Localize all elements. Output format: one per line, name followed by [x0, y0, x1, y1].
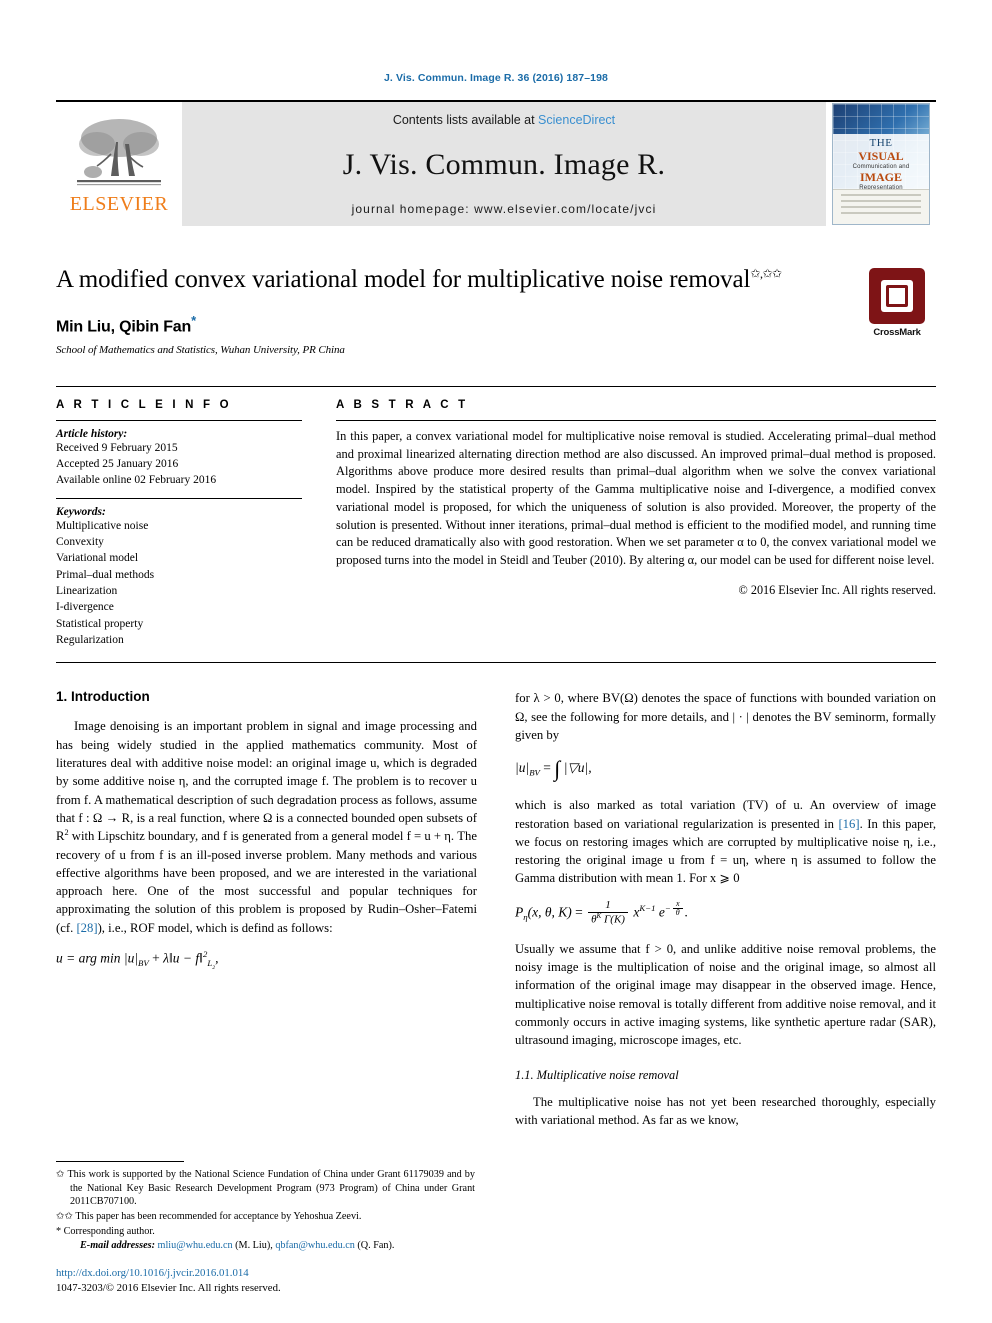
- right-paragraph-3: Usually we assume that f > 0, and unlike…: [515, 941, 936, 1048]
- footnote-block: ✩ This work is supported by the National…: [56, 1161, 475, 1295]
- divider: [336, 419, 936, 421]
- keyword-item: Multiplicative noise: [56, 519, 149, 532]
- history-available-online: Available online 02 February 2016: [56, 474, 217, 487]
- body-columns: 1. Introduction Image denoising is an im…: [56, 689, 936, 1139]
- right-paragraph-2: which is also marked as total variation …: [515, 796, 936, 887]
- section-heading-introduction: 1. Introduction: [56, 689, 150, 705]
- elsevier-wordmark: ELSEVIER: [69, 193, 169, 215]
- divider: [56, 497, 302, 499]
- right-paragraph-1: for λ > 0, where BV(Ω) denotes the space…: [515, 691, 936, 742]
- publisher-logo: ELSEVIER: [56, 102, 182, 226]
- keywords-label: Keywords:: [56, 505, 106, 518]
- doi-link[interactable]: http://dx.doi.org/10.1016/j.jvcir.2016.0…: [56, 1266, 475, 1280]
- email-link-liu[interactable]: mliu@whu.edu.cn: [158, 1240, 233, 1251]
- right-paragraph-4: The multiplicative noise has not yet bee…: [515, 1094, 936, 1127]
- corresponding-author-mark: *: [191, 312, 196, 328]
- journal-cover-thumbnail: THE VISUAL Communication and IMAGE Repre…: [826, 102, 936, 226]
- article-info-heading: A R T I C L E I N F O: [56, 398, 232, 411]
- title-footnote-marks: ✩,✩✩: [750, 266, 782, 281]
- email-name-liu: (M. Liu),: [232, 1240, 276, 1252]
- journal-masthead: ELSEVIER Contents lists available at Sci…: [56, 100, 936, 226]
- footnote-funding: ✩ This work is supported by the National…: [56, 1169, 475, 1208]
- issn-copyright: 1047-3203/© 2016 Elsevier Inc. All right…: [56, 1281, 281, 1294]
- footnote-corresponding-author: * Corresponding author.: [56, 1225, 155, 1237]
- keyword-item: Primal–dual methods: [56, 568, 155, 581]
- citation-16[interactable]: [16]: [838, 817, 859, 831]
- keyword-item: Convexity: [56, 536, 104, 549]
- cover-line-2: VISUAL: [858, 149, 904, 163]
- author-names: Min Liu, Qibin Fan: [56, 317, 192, 335]
- history-accepted: Accepted 25 January 2016: [56, 458, 179, 471]
- affiliation: School of Mathematics and Statistics, Wu…: [56, 343, 345, 356]
- abstract-heading: A B S T R A C T: [336, 398, 469, 411]
- article-history-label: Article history:: [56, 427, 128, 440]
- abstract-copyright: © 2016 Elsevier Inc. All rights reserved…: [738, 582, 936, 597]
- footnote-divider: [56, 1161, 184, 1163]
- equation-rof: u = arg min |u|BV + λ‖u − f‖2L2,: [56, 949, 219, 971]
- intro-paragraph: Image denoising is an important problem …: [56, 719, 477, 935]
- sciencedirect-link[interactable]: ScienceDirect: [538, 113, 615, 127]
- info-abstract-region: A R T I C L E I N F O Article history: R…: [56, 385, 936, 649]
- paper-page: J. Vis. Commun. Image R. 36 (2016) 187–1…: [0, 0, 992, 1323]
- divider: [56, 419, 302, 421]
- equation-rof-text: u = arg min |u|: [56, 950, 139, 966]
- history-received: Received 9 February 2015: [56, 441, 178, 454]
- footnote-acceptance: ✩✩ This paper has been recommended for a…: [56, 1211, 362, 1223]
- abstract-text: In this paper, a convex variational mode…: [336, 428, 936, 567]
- subsection-heading: 1.1. Multiplicative noise removal: [515, 1067, 679, 1082]
- left-column: 1. Introduction Image denoising is an im…: [56, 689, 477, 1139]
- keyword-item: Linearization: [56, 585, 118, 598]
- equation-gamma-pdf: Pη(x, θ, K) = 1 θK Γ(K) xK−1 e− x θ.: [515, 898, 689, 926]
- intro-text-c: ), i.e., ROF model, which is defind as f…: [97, 920, 333, 935]
- keyword-item: Regularization: [56, 634, 124, 647]
- masthead-center: Contents lists available at ScienceDirec…: [182, 102, 826, 226]
- paper-title-text: A modified convex variational model for …: [56, 266, 751, 293]
- keyword-item: Variational model: [56, 552, 139, 565]
- keyword-item: Statistical property: [56, 617, 144, 630]
- email-name-fan: (Q. Fan).: [354, 1240, 395, 1252]
- contents-available-line: Contents lists available at ScienceDirec…: [393, 113, 615, 127]
- journal-title: J. Vis. Commun. Image R.: [342, 147, 666, 181]
- title-block: A modified convex variational model for …: [56, 264, 936, 356]
- keyword-item: I-divergence: [56, 601, 114, 614]
- right-column: for λ > 0, where BV(Ω) denotes the space…: [515, 689, 936, 1139]
- author-list: Min Liu, Qibin Fan*: [56, 313, 840, 336]
- divider: [56, 662, 936, 664]
- running-head: J. Vis. Commun. Image R. 36 (2016) 187–1…: [383, 72, 609, 84]
- email-label: E-mail addresses:: [80, 1240, 155, 1252]
- doi-block: http://dx.doi.org/10.1016/j.jvcir.2016.0…: [56, 1266, 475, 1295]
- contents-prefix: Contents lists available at: [392, 113, 539, 127]
- footnote-emails: E-mail addresses: mliu@whu.edu.cn (M. Li…: [56, 1239, 475, 1253]
- article-info-column: A R T I C L E I N F O Article history: R…: [56, 399, 302, 649]
- email-link-fan[interactable]: qbfan@whu.edu.cn: [275, 1240, 355, 1251]
- intro-text-b: with Lipschitz boundary, and f is genera…: [56, 829, 477, 935]
- journal-homepage[interactable]: journal homepage: www.elsevier.com/locat…: [352, 202, 657, 216]
- elsevier-tree-icon: [71, 114, 167, 192]
- crossmark-icon: [869, 268, 925, 324]
- crossmark-label: CrossMark: [873, 327, 921, 338]
- equation-bv-seminorm: |u|BV = ∫ |▽u|,: [515, 756, 592, 782]
- cover-line-1: THE: [869, 137, 893, 149]
- abstract-column: A B S T R A C T In this paper, a convex …: [336, 399, 936, 649]
- citation-28[interactable]: [28]: [76, 921, 97, 935]
- crossmark-badge[interactable]: CrossMark: [858, 264, 936, 338]
- intro-text-a: Image denoising is an important problem …: [56, 719, 477, 844]
- page-title: A modified convex variational model for …: [56, 264, 840, 296]
- cover-line-4: IMAGE: [860, 170, 902, 184]
